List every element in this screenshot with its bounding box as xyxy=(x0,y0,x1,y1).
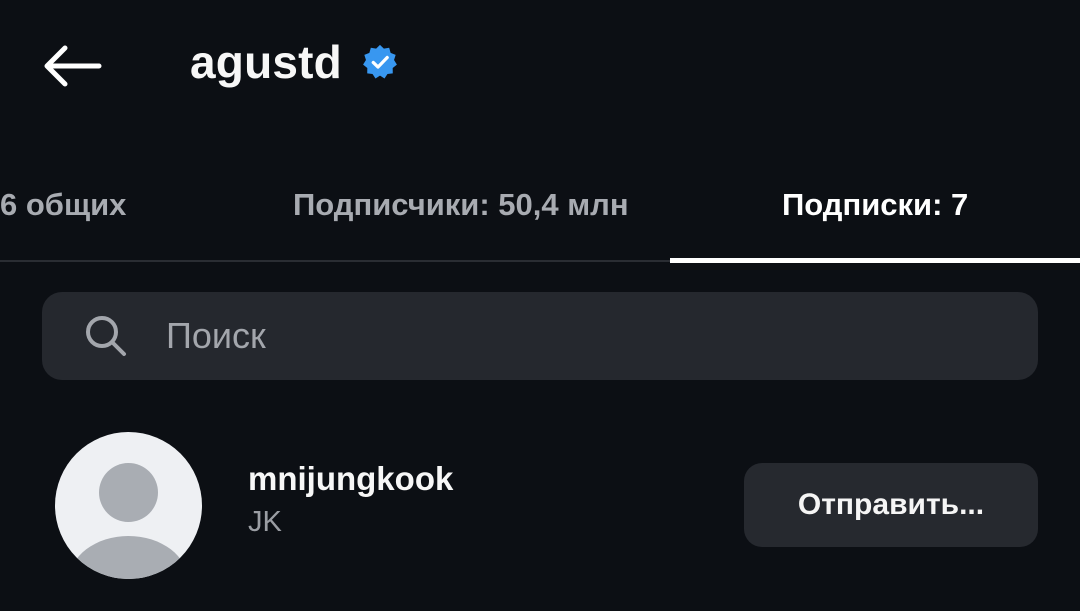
avatar-body xyxy=(69,536,188,579)
tab-mutual[interactable]: 6 общих xyxy=(0,150,126,260)
active-tab-indicator xyxy=(670,258,1080,263)
arrow-left-icon xyxy=(44,45,102,87)
back-button[interactable] xyxy=(36,34,108,98)
search-icon xyxy=(86,316,126,356)
send-button[interactable]: Отправить... xyxy=(744,463,1038,547)
list-item[interactable]: mnijungkook JK Отправить... xyxy=(0,420,1080,600)
follow-tabs: 6 общих Подписчики: 50,4 млн Подписки: 7 xyxy=(0,150,1080,263)
search-input[interactable] xyxy=(166,306,1038,366)
username[interactable]: mnijungkook xyxy=(248,460,453,498)
title-wrap: agustd xyxy=(190,30,398,94)
search-bar[interactable] xyxy=(42,292,1038,380)
avatar-head xyxy=(99,463,158,522)
verified-badge-icon xyxy=(363,44,397,79)
tab-followers[interactable]: Подписчики: 50,4 млн xyxy=(293,150,629,260)
tab-following[interactable]: Подписки: 7 xyxy=(782,150,968,260)
default-avatar-icon[interactable] xyxy=(55,432,202,579)
page-title: agustd xyxy=(190,36,342,88)
full-name: JK xyxy=(248,506,282,538)
top-bar: agustd xyxy=(0,0,1080,130)
